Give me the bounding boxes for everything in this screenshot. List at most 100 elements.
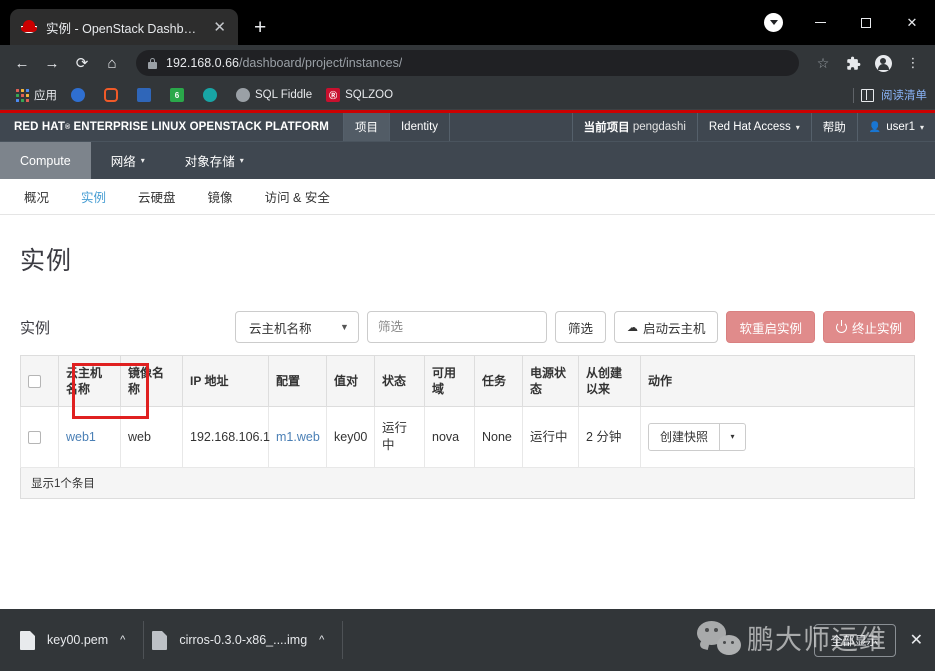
user-menu[interactable]: 👤 user1 ▾ [856, 113, 935, 141]
bookmark-item[interactable] [130, 86, 163, 104]
flavor-link[interactable]: m1.web [276, 430, 320, 444]
close-icon[interactable]: ✕ [209, 18, 230, 37]
page-title: 实例 [20, 247, 73, 275]
cell-actions: 创建快照 ▾ [640, 406, 915, 469]
teal-eye-favicon [203, 88, 217, 102]
select-all-checkbox[interactable] [28, 374, 41, 388]
col-ip: IP 地址 [182, 355, 269, 408]
bookmark-label: SQLZOO [345, 89, 394, 101]
launch-instance-button[interactable]: ☁ 启动云主机 [613, 311, 719, 343]
tab-access-security[interactable]: 访问 & 安全 [249, 187, 346, 206]
close-download-bar-icon[interactable]: ✕ [910, 630, 923, 650]
bookmark-label: SQL Fiddle [255, 89, 313, 101]
download-item[interactable]: cirros-0.3.0-x86_....img ^ [144, 609, 342, 671]
download-menu-icon[interactable]: ^ [319, 634, 324, 646]
download-item[interactable]: key00.pem ^ [12, 609, 143, 671]
puzzle-icon[interactable] [839, 49, 867, 77]
sub-nav-object-storage[interactable]: 对象存储 ▾ [165, 142, 264, 179]
filter-field-select[interactable]: 云主机名称 ▼ [234, 311, 359, 343]
col-uptime: 从创建以来 [578, 355, 641, 408]
soft-reboot-button[interactable]: 软重启实例 [726, 311, 815, 343]
browser-window: 实例 - OpenStack Dashboard ✕ + ✕ ← → ⟳ ⌂ 1… [0, 0, 935, 671]
col-power-state: 电源状态 [522, 355, 579, 408]
bookmark-item[interactable] [97, 86, 130, 104]
openstack-top-nav: RED HAT ® ENTERPRISE LINUX OPENSTACK PLAT… [0, 113, 935, 141]
bookmark-sqlzoo[interactable]: Ⓡ SQLZOO [319, 86, 400, 104]
upload-cloud-icon: ☁ [626, 321, 638, 334]
current-project[interactable]: 当前项目 pengdashi [571, 113, 697, 141]
launch-instance-label: 启动云主机 [642, 321, 706, 336]
bookmark-sql-fiddle[interactable]: SQL Fiddle [229, 86, 319, 104]
reload-icon[interactable]: ⟳ [68, 49, 96, 77]
tab-instances[interactable]: 实例 [65, 187, 122, 206]
row-actions-dropdown[interactable]: ▾ [720, 423, 747, 452]
page-viewport: RED HAT ® ENTERPRISE LINUX OPENSTACK PLAT… [0, 110, 935, 609]
bookmark-star-icon[interactable]: ☆ [809, 49, 837, 77]
show-all-downloads-button[interactable]: 全部显示 [813, 623, 896, 657]
terminate-instances-button[interactable]: 终止实例 [822, 311, 915, 343]
row-action-group: 创建快照 ▾ [648, 423, 907, 452]
tab-images[interactable]: 镜像 [192, 187, 249, 206]
top-nav-identity[interactable]: Identity [388, 113, 449, 141]
minimize-button[interactable] [797, 0, 843, 45]
chevron-down-icon: ▼ [340, 322, 349, 332]
sub-nav-object-storage-label: 对象存储 [184, 155, 235, 169]
download-menu-icon[interactable]: ^ [120, 634, 125, 646]
bookmark-item[interactable]: 6 [163, 86, 196, 104]
url-text: 192.168.0.66/dashboard/project/instances… [166, 56, 402, 70]
row-checkbox[interactable] [28, 430, 41, 444]
section-tabs: 概况 实例 云硬盘 镜像 访问 & 安全 [0, 179, 935, 215]
power-icon [835, 320, 847, 333]
browser-tab[interactable]: 实例 - OpenStack Dashboard ✕ [10, 9, 238, 45]
cell-flavor: m1.web [268, 406, 327, 469]
brand-logo: RED HAT ® ENTERPRISE LINUX OPENSTACK PLAT… [0, 113, 343, 141]
filter-button[interactable]: 筛选 [554, 311, 606, 343]
bookmark-item[interactable] [196, 86, 229, 104]
sqlzoo-favicon: Ⓡ [326, 88, 341, 102]
back-icon[interactable]: ← [8, 49, 36, 77]
file-icon [20, 630, 35, 650]
sub-nav-compute[interactable]: Compute [0, 142, 91, 179]
col-zone: 可用域 [424, 355, 475, 408]
apps-bookmark[interactable]: 应用 [9, 85, 64, 105]
address-bar[interactable]: 192.168.0.66/dashboard/project/instances… [136, 50, 799, 76]
new-tab-button[interactable]: + [254, 17, 266, 38]
chevron-down-icon[interactable] [764, 13, 783, 32]
apps-grid-icon [16, 88, 29, 102]
tab-title: 实例 - OpenStack Dashboard [46, 21, 201, 36]
tab-strip: 实例 - OpenStack Dashboard ✕ + ✕ [0, 0, 935, 45]
table-header-row: 云主机名称 镜像名称 IP 地址 配置 值对 状态 可用域 任务 电源状态 从创… [20, 355, 915, 408]
instance-name-link[interactable]: web1 [66, 430, 96, 444]
maximize-button[interactable] [843, 0, 889, 45]
table-actions: 云主机名称 ▼ 筛选 ☁ 启动云主机 软重启实例 终止实例 [234, 311, 915, 343]
cell-keypair: key00 [326, 406, 375, 469]
forward-icon[interactable]: → [38, 49, 66, 77]
reading-list-label[interactable]: 阅读清单 [881, 87, 927, 103]
table-row: web1 web 192.168.106.1 m1.web key00 运行中 … [20, 406, 915, 469]
create-snapshot-button[interactable]: 创建快照 [648, 423, 721, 452]
bookmark-item[interactable] [64, 86, 97, 104]
table-wrapper: 云主机名称 镜像名称 IP 地址 配置 值对 状态 可用域 任务 电源状态 从创… [20, 355, 915, 500]
sub-nav-network[interactable]: 网络 ▾ [91, 142, 165, 179]
file-image-icon [152, 630, 168, 650]
table-footer: 显示1个条目 [20, 468, 915, 500]
gray-burst-favicon [236, 88, 250, 102]
top-nav-project[interactable]: 项目 [342, 113, 389, 141]
divider [853, 87, 854, 103]
cell-zone: nova [424, 406, 475, 469]
current-project-label: 当前项目 [583, 122, 630, 134]
wechat-logo-icon [697, 620, 741, 655]
reading-list-icon[interactable] [861, 88, 874, 102]
filter-input[interactable] [366, 311, 547, 343]
home-icon[interactable]: ⌂ [98, 49, 126, 77]
close-window-button[interactable]: ✕ [889, 0, 935, 45]
avatar-icon[interactable] [869, 49, 897, 77]
user-icon: 👤 [868, 121, 882, 133]
redhat-access-menu[interactable]: Red Hat Access ▾ [696, 113, 811, 141]
url-path: /dashboard/project/instances/ [239, 56, 403, 70]
help-link[interactable]: 帮助 [810, 113, 857, 141]
tab-overview[interactable]: 概况 [18, 187, 65, 206]
browser-menu-icon[interactable]: ⋮ [899, 49, 927, 77]
tab-volumes[interactable]: 云硬盘 [122, 187, 192, 206]
download-name: cirros-0.3.0-x86_....img [179, 633, 308, 647]
